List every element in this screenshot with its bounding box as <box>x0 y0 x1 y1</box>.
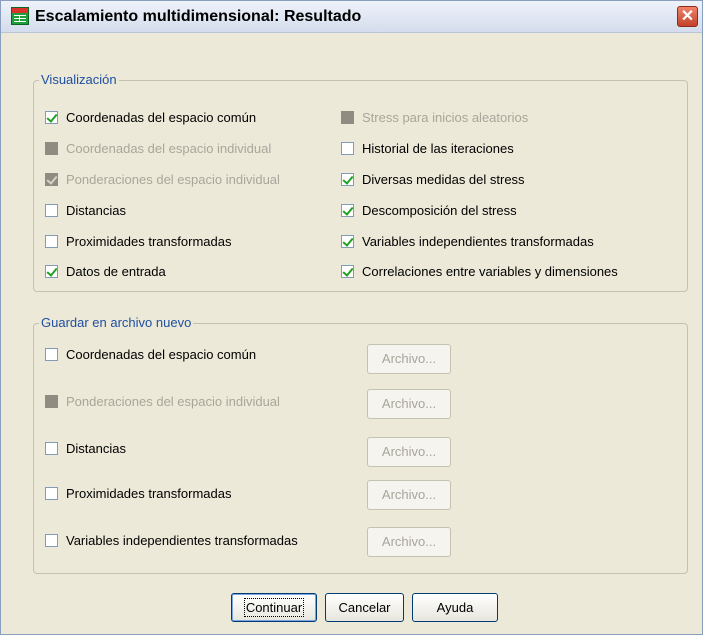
checkbox-label: Coordenadas del espacio común <box>66 110 257 125</box>
checkbox-label: Proximidades transformadas <box>66 486 232 501</box>
checkbox-box[interactable] <box>45 348 58 361</box>
checkbox-box[interactable] <box>45 442 58 455</box>
checkbox-box[interactable] <box>45 265 58 278</box>
checkbox-box[interactable] <box>341 204 354 217</box>
display-checkbox-stress-random-starts: Stress para inicios aleatorios <box>341 110 528 125</box>
checkbox-label: Historial de las iteraciones <box>362 141 514 156</box>
display-checkbox-transformed-independent-vars[interactable]: Variables independientes transformadas <box>341 234 594 249</box>
display-checkbox-transformed-proximities[interactable]: Proximidades transformadas <box>45 234 231 249</box>
help-button[interactable]: Ayuda <box>412 593 498 622</box>
cancel-button[interactable]: Cancelar <box>325 593 404 622</box>
save-checkbox-transformed-proximities[interactable]: Proximidades transformadas <box>45 486 231 501</box>
display-checkbox-common-coords[interactable]: Coordenadas del espacio común <box>45 110 256 125</box>
display-checkbox-individual-weights: Ponderaciones del espacio individual <box>45 172 280 187</box>
checkbox-box <box>341 111 354 124</box>
continue-button[interactable]: Continuar <box>231 593 317 622</box>
display-checkbox-variable-dimension-correlations[interactable]: Correlaciones entre variables y dimensio… <box>341 264 618 279</box>
checkbox-box[interactable] <box>45 204 58 217</box>
checkbox-box[interactable] <box>45 111 58 124</box>
display-checkbox-input-data[interactable]: Datos de entrada <box>45 264 166 279</box>
save-group-legend: Guardar en archivo nuevo <box>39 315 194 330</box>
save-checkbox-distances[interactable]: Distancias <box>45 441 126 456</box>
checkbox-label: Correlaciones entre variables y dimensio… <box>362 264 618 279</box>
checkbox-box[interactable] <box>341 235 354 248</box>
checkbox-label: Coordenadas del espacio común <box>66 347 257 362</box>
checkbox-box[interactable] <box>45 534 58 547</box>
help-button-label: Ayuda <box>436 600 474 615</box>
checkbox-label: Ponderaciones del espacio individual <box>66 394 280 409</box>
checkbox-label: Datos de entrada <box>66 264 166 279</box>
checkbox-label: Variables independientes transformadas <box>66 533 298 548</box>
save-checkbox-individual-weights: Ponderaciones del espacio individual <box>45 394 280 409</box>
checkbox-box[interactable] <box>341 265 354 278</box>
continue-button-label: Continuar <box>243 598 305 617</box>
save-checkbox-common-coords[interactable]: Coordenadas del espacio común <box>45 347 256 362</box>
display-checkbox-stress-decomposition[interactable]: Descomposición del stress <box>341 203 517 218</box>
file-button-individual-weights[interactable]: Archivo... <box>367 389 451 419</box>
checkbox-label: Diversas medidas del stress <box>362 172 525 187</box>
checkbox-label: Coordenadas del espacio individual <box>66 141 272 156</box>
display-checkbox-stress-measures[interactable]: Diversas medidas del stress <box>341 172 525 187</box>
close-button[interactable]: ✕ <box>677 6 698 27</box>
display-checkbox-distances[interactable]: Distancias <box>45 203 126 218</box>
checkbox-box <box>45 173 58 186</box>
title-bar: Escalamiento multidimensional: Resultado… <box>1 1 702 33</box>
file-button-distances[interactable]: Archivo... <box>367 437 451 467</box>
display-checkbox-iteration-history[interactable]: Historial de las iteraciones <box>341 141 514 156</box>
spss-table-icon <box>11 7 29 25</box>
dialog-window: Escalamiento multidimensional: Resultado… <box>0 0 703 635</box>
checkbox-box <box>45 142 58 155</box>
checkbox-label: Distancias <box>66 203 126 218</box>
checkbox-label: Proximidades transformadas <box>66 234 232 249</box>
file-button-transformed-independent-vars[interactable]: Archivo... <box>367 527 451 557</box>
checkbox-label: Distancias <box>66 441 126 456</box>
checkbox-box[interactable] <box>341 173 354 186</box>
checkbox-box[interactable] <box>341 142 354 155</box>
file-button-transformed-proximities[interactable]: Archivo... <box>367 480 451 510</box>
checkbox-box[interactable] <box>45 487 58 500</box>
checkbox-label: Variables independientes transformadas <box>362 234 594 249</box>
checkbox-label: Ponderaciones del espacio individual <box>66 172 280 187</box>
window-title: Escalamiento multidimensional: Resultado <box>35 8 362 25</box>
checkbox-label: Stress para inicios aleatorios <box>362 110 529 125</box>
save-checkbox-transformed-independent-vars[interactable]: Variables independientes transformadas <box>45 533 298 548</box>
checkbox-box <box>45 395 58 408</box>
checkbox-label: Descomposición del stress <box>362 203 517 218</box>
cancel-button-label: Cancelar <box>338 600 391 615</box>
display-group-legend: Visualización <box>39 72 119 87</box>
display-checkbox-individual-coords: Coordenadas del espacio individual <box>45 141 271 156</box>
file-button-common-coords[interactable]: Archivo... <box>367 344 451 374</box>
checkbox-box[interactable] <box>45 235 58 248</box>
